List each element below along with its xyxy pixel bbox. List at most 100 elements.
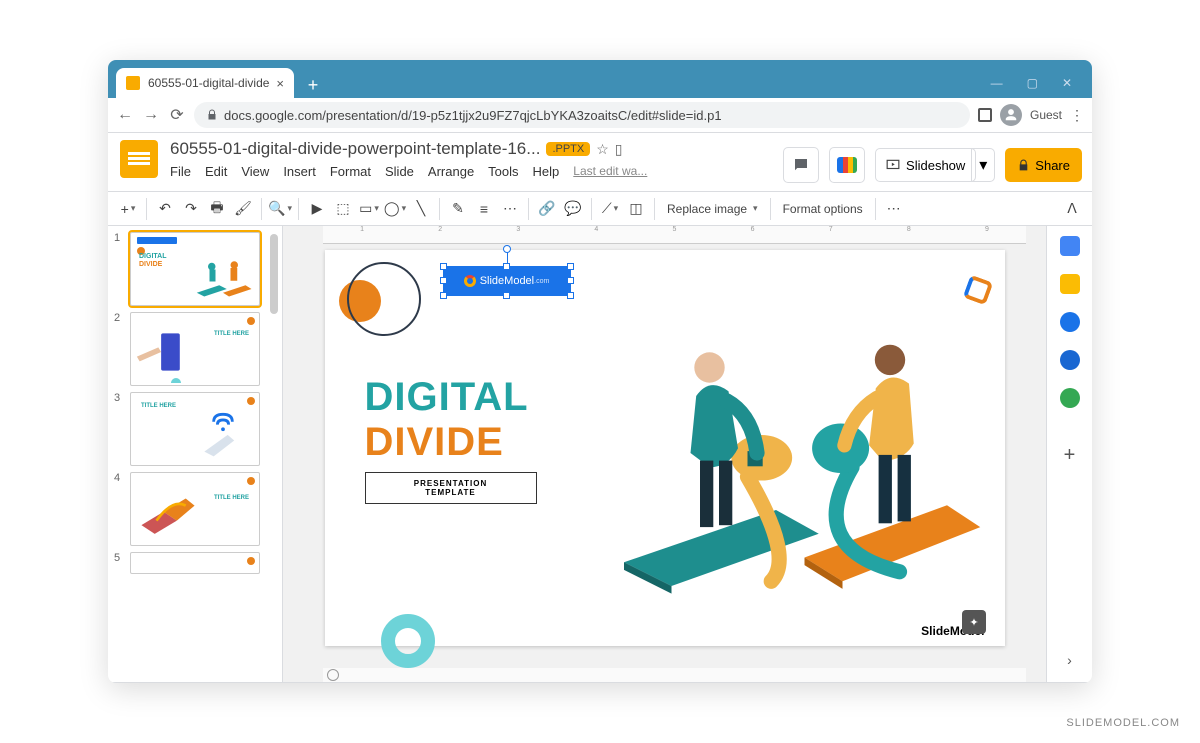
comment-add-button[interactable]: 💬 xyxy=(561,195,585,223)
back-icon[interactable]: ← xyxy=(116,106,134,124)
border-color-button[interactable]: ✎ xyxy=(446,195,470,223)
selected-logo-image[interactable]: SlideModel.com xyxy=(443,266,571,296)
thumbnail-4[interactable]: TITLE HERE xyxy=(130,472,260,546)
profile-avatar[interactable] xyxy=(1000,104,1022,126)
thumb-number: 3 xyxy=(114,392,124,466)
forward-icon[interactable]: → xyxy=(142,106,160,124)
tabs-overview-icon[interactable] xyxy=(978,108,992,122)
browser-tab[interactable]: 60555-01-digital-divide-powerpo × xyxy=(116,68,294,98)
menu-view[interactable]: View xyxy=(241,164,269,179)
app-header: 60555-01-digital-divide-powerpoint-templ… xyxy=(108,133,1092,191)
menu-slide[interactable]: Slide xyxy=(385,164,414,179)
more-tools-button[interactable]: ⋯ xyxy=(882,195,906,223)
url-input[interactable]: docs.google.com/presentation/d/19-p5z1tj… xyxy=(194,102,970,128)
thumbnail-scrollbar[interactable] xyxy=(270,234,278,314)
minimize-icon[interactable]: — xyxy=(991,76,1003,90)
crop-button[interactable]: ⟋ xyxy=(598,195,622,223)
print-button[interactable]: 🖶 xyxy=(205,195,229,223)
menu-help[interactable]: Help xyxy=(533,164,560,179)
slide-heading[interactable]: DIGITAL DIVIDE xyxy=(365,375,529,465)
teal-donut-decoration xyxy=(381,614,435,668)
play-icon xyxy=(886,158,900,172)
maximize-icon[interactable]: ▢ xyxy=(1027,76,1038,90)
textbox-tool[interactable]: ⬚ xyxy=(331,195,355,223)
maps-icon[interactable] xyxy=(1060,388,1080,408)
thumb-number: 5 xyxy=(114,552,124,574)
thumbnail-1[interactable]: DIGITALDIVIDE xyxy=(130,232,260,306)
paint-format-button[interactable]: 🖌 xyxy=(231,195,255,223)
menu-tools[interactable]: Tools xyxy=(488,164,518,179)
comments-button[interactable] xyxy=(783,147,819,183)
border-weight-button[interactable]: ≡ xyxy=(472,195,496,223)
bottom-bar: ‹ xyxy=(108,682,1092,683)
share-button[interactable]: Share xyxy=(1005,148,1082,182)
calendar-icon[interactable] xyxy=(1060,236,1080,256)
hide-menus-button[interactable]: ᐱ xyxy=(1060,195,1084,223)
chrome-menu-icon[interactable]: ⋮ xyxy=(1070,107,1084,124)
menu-file[interactable]: File xyxy=(170,164,191,179)
browser-window: 60555-01-digital-divide-powerpo × + — ▢ … xyxy=(108,60,1092,683)
line-tool[interactable]: ╲ xyxy=(409,195,433,223)
image-tool[interactable]: ▭ xyxy=(357,195,381,223)
horizontal-ruler: 123456789 xyxy=(323,226,1026,244)
menu-edit[interactable]: Edit xyxy=(205,164,227,179)
slides-logo-icon[interactable] xyxy=(120,140,158,178)
slideshow-button[interactable]: Slideshow xyxy=(875,148,976,182)
page-watermark: SLIDEMODEL.COM xyxy=(1066,717,1180,729)
star-icon[interactable]: ☆ xyxy=(596,141,609,158)
meet-button[interactable] xyxy=(829,147,865,183)
slideshow-dropdown[interactable]: ▾ xyxy=(971,148,995,182)
meet-icon xyxy=(837,157,857,173)
slide-canvas[interactable]: SlideModel.com DIGITAL DIVIDE PRESENTATI… xyxy=(325,250,1005,646)
chrome-titlebar: 60555-01-digital-divide-powerpo × + — ▢ … xyxy=(108,60,1092,98)
slides-favicon xyxy=(126,76,140,90)
tasks-icon[interactable] xyxy=(1060,312,1080,332)
thumb-number: 2 xyxy=(114,312,124,386)
guest-label: Guest xyxy=(1030,108,1062,122)
replace-image-button[interactable]: Replace image xyxy=(661,202,764,216)
window-controls: — ▢ ✕ xyxy=(983,76,1080,98)
explore-button[interactable]: ✦ xyxy=(962,610,986,634)
format-options-button[interactable]: Format options xyxy=(777,202,869,216)
menu-format[interactable]: Format xyxy=(330,164,371,179)
zoom-button[interactable]: 🔍 xyxy=(268,195,292,223)
close-tab-icon[interactable]: × xyxy=(276,76,284,91)
thumbnail-2[interactable]: TITLE HERE xyxy=(130,312,260,386)
ring-decoration xyxy=(347,262,421,336)
new-tab-button[interactable]: + xyxy=(300,72,326,98)
keep-icon[interactable] xyxy=(1060,274,1080,294)
border-dash-button[interactable]: ⋯ xyxy=(498,195,522,223)
reload-icon[interactable]: ⟳ xyxy=(168,106,186,124)
close-window-icon[interactable]: ✕ xyxy=(1062,76,1072,90)
comment-icon xyxy=(792,156,810,174)
menu-bar: File Edit View Insert Format Slide Arran… xyxy=(170,160,783,179)
pptx-badge: .PPTX xyxy=(546,142,590,156)
last-edit-link[interactable]: Last edit wa... xyxy=(573,164,647,179)
new-slide-button[interactable]: + xyxy=(116,195,140,223)
slidemodel-mark-icon xyxy=(464,275,476,287)
canvas-area: 123456789 SlideModel.com DIGITAL DIVIDE xyxy=(283,226,1046,682)
zoom-out-icon[interactable] xyxy=(327,669,339,681)
menu-insert[interactable]: Insert xyxy=(283,164,316,179)
slide-subtitle-box[interactable]: PRESENTATION TEMPLATE xyxy=(365,472,537,504)
thumb-number: 4 xyxy=(114,472,124,546)
shape-tool[interactable]: ◯ xyxy=(383,195,407,223)
redo-button[interactable]: ↷ xyxy=(179,195,203,223)
people-illustration xyxy=(605,308,985,598)
collapse-panel-icon[interactable]: › xyxy=(1067,652,1072,668)
menu-arrange[interactable]: Arrange xyxy=(428,164,474,179)
horizontal-scrollbar[interactable] xyxy=(323,668,1026,682)
add-addon-icon[interactable]: + xyxy=(1064,444,1076,467)
link-button[interactable]: 🔗 xyxy=(535,195,559,223)
document-title[interactable]: 60555-01-digital-divide-powerpoint-templ… xyxy=(170,139,540,159)
select-tool[interactable]: ▶ xyxy=(305,195,329,223)
move-icon[interactable]: ▯ xyxy=(615,141,623,158)
undo-button[interactable]: ↶ xyxy=(153,195,177,223)
mask-button[interactable]: ◫ xyxy=(624,195,648,223)
thumbnail-5[interactable] xyxy=(130,552,260,574)
address-bar: ← → ⟳ docs.google.com/presentation/d/19-… xyxy=(108,98,1092,133)
toolbar: + ↶ ↷ 🖶 🖌 🔍 ▶ ⬚ ▭ ◯ ╲ ✎ ≡ ⋯ 🔗 💬 ⟋ ◫ Repl… xyxy=(108,191,1092,226)
thumbnail-3[interactable]: TITLE HERE xyxy=(130,392,260,466)
contacts-icon[interactable] xyxy=(1060,350,1080,370)
lock-icon xyxy=(206,109,218,121)
